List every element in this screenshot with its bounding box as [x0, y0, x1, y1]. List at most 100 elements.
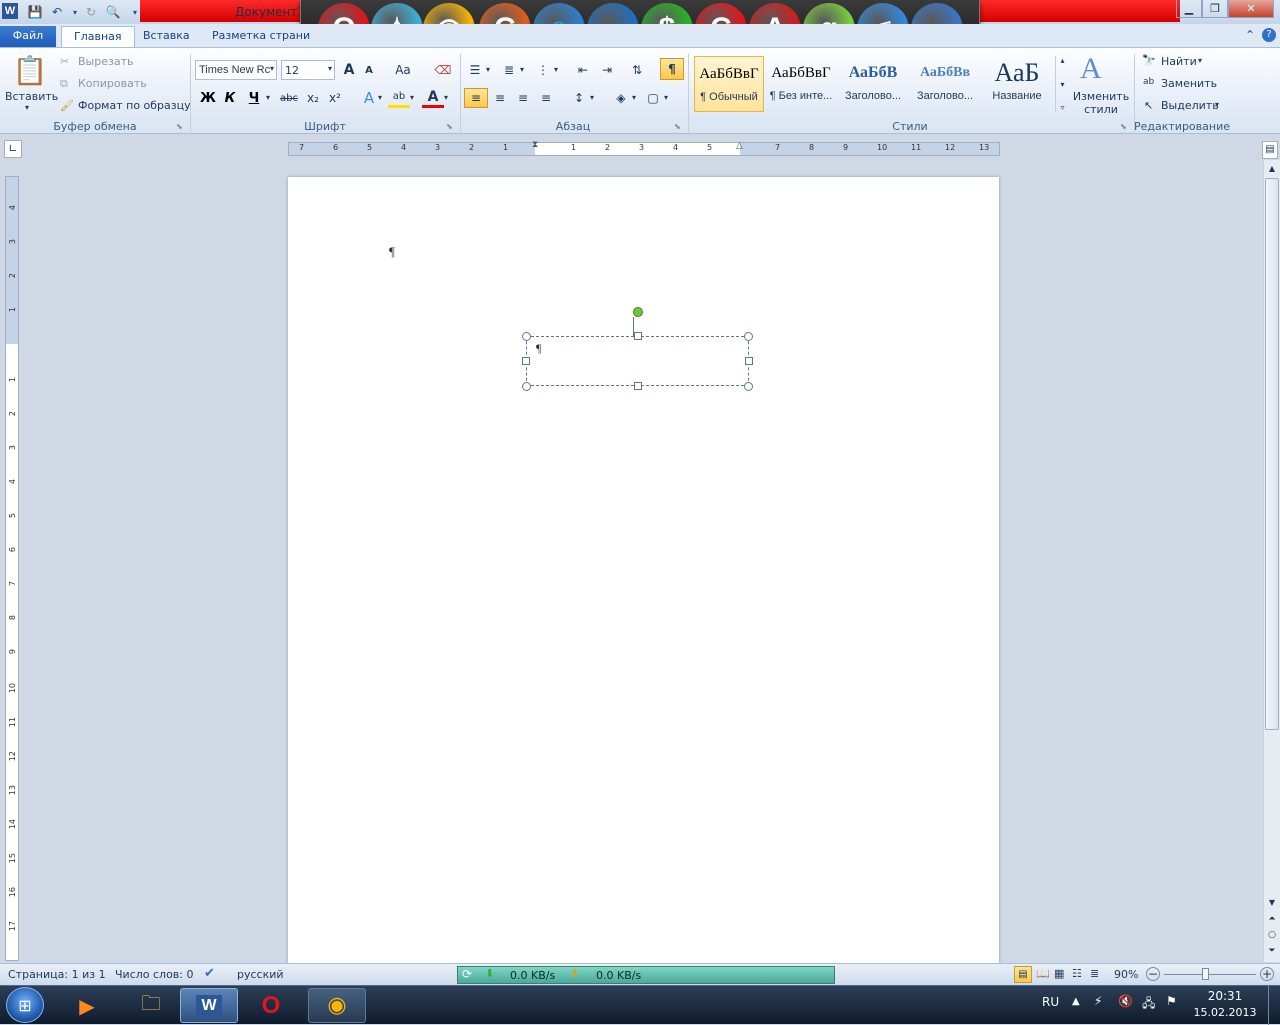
style-title[interactable]: АаБ Название: [982, 56, 1052, 112]
style-normal[interactable]: АаБбВвГ ¶ Обычный: [694, 56, 764, 112]
input-language[interactable]: RU: [1042, 995, 1059, 1009]
maximize-button[interactable]: ❐: [1202, 0, 1228, 18]
proofing-icon[interactable]: ✔: [204, 966, 215, 981]
justify-button[interactable]: ≡: [535, 88, 557, 108]
numbering-dropdown-icon[interactable]: ▾: [520, 65, 524, 74]
select-button[interactable]: Выделить: [1161, 99, 1219, 112]
select-dropdown-icon[interactable]: ▾: [1215, 100, 1219, 109]
previous-page-icon[interactable]: ⏶: [1265, 912, 1279, 926]
close-button[interactable]: ✕: [1228, 0, 1274, 18]
font-name-dropdown-icon[interactable]: ▾: [270, 64, 274, 73]
resize-handle-top-left[interactable]: [522, 332, 531, 341]
vertical-scrollbar[interactable]: ▲ ▼ ⏶ ○ ⏷: [1263, 160, 1280, 962]
vertical-ruler[interactable]: 4 3 2 1 1 2 3 4 5 6 7 8 9 10 11 12 13 14 15 16 17: [5, 176, 19, 961]
indent-marker-icon[interactable]: ⧗: [532, 140, 538, 150]
numbering-icon[interactable]: ≣: [498, 60, 520, 80]
undo-icon[interactable]: ↶: [48, 3, 66, 21]
styles-launcher-icon[interactable]: ⬊: [1120, 122, 1127, 131]
clock-time[interactable]: 20:31: [1190, 989, 1260, 1003]
line-spacing-dropdown-icon[interactable]: ▾: [590, 93, 594, 102]
resize-handle-left[interactable]: [522, 357, 530, 365]
replace-button[interactable]: Заменить: [1161, 77, 1217, 90]
font-size-field[interactable]: 12 ▾: [281, 60, 335, 80]
clear-formatting-icon[interactable]: ⌫: [432, 60, 454, 80]
bullets-dropdown-icon[interactable]: ▾: [486, 65, 490, 74]
redo-icon[interactable]: ↻: [82, 3, 100, 21]
align-right-button[interactable]: ≡: [512, 88, 534, 108]
web-layout-icon[interactable]: ▦: [1054, 967, 1064, 980]
copy-button[interactable]: Копировать: [78, 77, 147, 90]
taskbar-word[interactable]: W: [180, 988, 238, 1023]
change-case-button[interactable]: Aa: [392, 60, 414, 80]
style-heading-2[interactable]: АаБбВв Заголово...: [910, 56, 980, 112]
page-count[interactable]: Страница: 1 из 1: [8, 968, 106, 981]
tab-home[interactable]: Главная: [61, 26, 135, 48]
resize-handle-top-right[interactable]: [744, 332, 753, 341]
resize-handle-bottom-left[interactable]: [522, 382, 531, 391]
tab-selector-icon[interactable]: ∟: [4, 140, 22, 158]
resize-handle-right[interactable]: [745, 357, 753, 365]
borders-icon[interactable]: ▢: [642, 88, 664, 108]
resize-handle-top[interactable]: [634, 332, 642, 340]
word-app-icon[interactable]: W: [2, 3, 18, 19]
print-layout-view-icon[interactable]: ▤: [1014, 966, 1032, 983]
horizontal-ruler[interactable]: ⧗ △ 7 6 5 4 3 2 1 1 2 3 4 5 7 8 9 10 11 12 13: [288, 140, 1000, 156]
network-icon[interactable]: 🖧: [1142, 994, 1155, 1015]
highlight-dropdown-icon[interactable]: ▾: [410, 93, 414, 102]
style-heading-1[interactable]: АаБбВ Заголово...: [838, 56, 908, 112]
resize-handle-bottom-right[interactable]: [744, 382, 753, 391]
show-desktop-button[interactable]: [1268, 986, 1280, 1025]
find-button[interactable]: Найти: [1161, 55, 1197, 68]
decrease-indent-icon[interactable]: ⇤: [572, 60, 594, 80]
text-effects-icon[interactable]: A: [358, 88, 380, 108]
scroll-down-icon[interactable]: ▼: [1265, 896, 1279, 910]
help-icon[interactable]: ?: [1262, 28, 1276, 42]
show-hidden-icons[interactable]: ▲: [1072, 996, 1080, 1007]
shading-icon[interactable]: ◈: [610, 88, 632, 108]
zoom-level[interactable]: 90%: [1114, 968, 1138, 981]
customize-qat-icon[interactable]: ▾: [126, 3, 144, 21]
text-box[interactable]: ¶: [526, 336, 749, 386]
tab-file[interactable]: Файл: [0, 26, 56, 48]
paste-button[interactable]: Вставить: [5, 90, 58, 103]
taskbar-media-center[interactable]: ◉: [308, 988, 366, 1023]
scroll-thumb[interactable]: [1265, 178, 1279, 730]
tab-insert[interactable]: Вставка: [131, 26, 202, 48]
start-button[interactable]: ⊞: [6, 987, 44, 1023]
bullets-icon[interactable]: ☰: [464, 60, 486, 80]
minimize-button[interactable]: ▁: [1176, 0, 1202, 18]
word-count[interactable]: Число слов: 0: [115, 968, 194, 981]
browse-object-icon[interactable]: ○: [1265, 928, 1279, 942]
power-icon[interactable]: ⚡: [1094, 994, 1102, 1008]
font-color-dropdown-icon[interactable]: ▾: [444, 93, 448, 102]
multilevel-list-dropdown-icon[interactable]: ▾: [554, 65, 558, 74]
styles-scroll-up-icon[interactable]: ▴: [1060, 56, 1064, 65]
resize-handle-bottom[interactable]: [634, 382, 642, 390]
view-ruler-icon[interactable]: ▤: [1262, 141, 1278, 159]
line-spacing-icon[interactable]: ↕: [568, 88, 590, 108]
borders-dropdown-icon[interactable]: ▾: [664, 93, 668, 102]
volume-icon[interactable]: 🔇: [1118, 994, 1133, 1008]
font-color-icon[interactable]: A: [422, 88, 444, 108]
font-size-dropdown-icon[interactable]: ▾: [328, 64, 332, 73]
sort-icon[interactable]: ⇅: [626, 60, 648, 80]
text-box-paragraph-mark[interactable]: ¶: [536, 341, 541, 356]
multilevel-list-icon[interactable]: ⋮: [532, 60, 554, 80]
grow-font-button[interactable]: A: [338, 60, 360, 80]
align-left-button[interactable]: ≡: [464, 88, 488, 108]
styles-scroll-down-icon[interactable]: ▾: [1060, 80, 1064, 89]
bold-button[interactable]: Ж: [197, 88, 219, 108]
increase-indent-icon[interactable]: ⇥: [596, 60, 618, 80]
paste-dropdown-icon[interactable]: ▾: [25, 103, 29, 112]
text-effects-dropdown-icon[interactable]: ▾: [378, 93, 382, 102]
format-painter-button[interactable]: Формат по образцу: [78, 99, 191, 112]
cut-button[interactable]: Вырезать: [78, 55, 133, 68]
strikethrough-button[interactable]: abc: [278, 88, 300, 108]
right-indent-marker-icon[interactable]: △: [736, 141, 743, 151]
subscript-button[interactable]: x₂: [302, 88, 324, 108]
paste-icon[interactable]: 📋: [10, 52, 50, 88]
align-center-button[interactable]: ≡: [489, 88, 511, 108]
document-page[interactable]: ¶ ¶: [288, 177, 999, 967]
clipboard-launcher-icon[interactable]: ⬊: [176, 122, 183, 131]
change-styles-button[interactable]: Изменить стили: [1072, 90, 1130, 116]
